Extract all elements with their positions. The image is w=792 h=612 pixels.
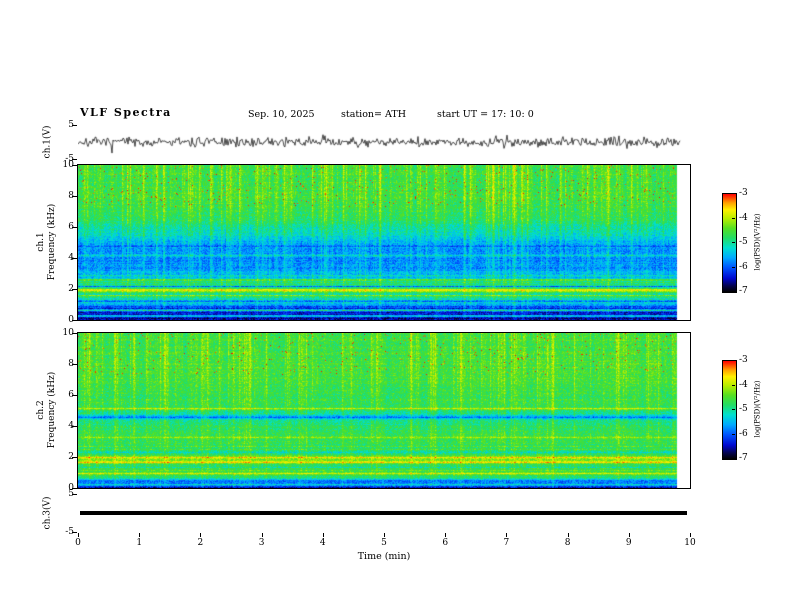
tick-label: -5: [65, 154, 74, 164]
tick-label: -5: [65, 527, 74, 537]
tick-label: -5: [739, 237, 748, 247]
tick-mark: [628, 533, 630, 537]
tick-label: -6: [739, 428, 748, 439]
tick-label: 6: [50, 222, 74, 232]
tick-mark: [72, 320, 77, 321]
ch1-spec-ylabel: ch.1 Frequency (kHz): [36, 204, 58, 281]
tick-mark: [732, 458, 735, 459]
tick-mark: [72, 532, 77, 533]
tick-mark: [72, 333, 77, 334]
colorbar-ch1: [722, 193, 737, 293]
ch3-wave-ylabel: ch.3(V): [42, 496, 53, 530]
tick-mark: [72, 494, 77, 495]
tick-mark: [732, 384, 735, 386]
tick-label: 5: [381, 538, 387, 548]
vlf-spectra-figure: VLF Spectra Sep. 10, 2025 station= ATH s…: [0, 0, 792, 612]
tick-label: 4: [50, 253, 74, 263]
tick-mark: [72, 165, 77, 166]
tick-label: 8: [50, 359, 74, 369]
tick-label: 10: [684, 538, 696, 548]
tick-label: 8: [50, 191, 74, 201]
ch2-spec-ylabel-line1: ch.2: [36, 400, 46, 420]
tick-mark: [322, 533, 324, 537]
tick-mark: [72, 395, 77, 396]
tick-label: -7: [739, 286, 748, 296]
tick-mark: [732, 266, 735, 268]
tick-mark: [732, 409, 735, 410]
tick-label: 8: [564, 538, 571, 548]
tick-label: 4: [50, 421, 74, 431]
tick-label: 2: [197, 538, 204, 548]
ch2-spec-ylabel-line2: Frequency (kHz): [47, 371, 57, 449]
tick-mark: [384, 533, 385, 537]
tick-label: 6: [50, 390, 74, 400]
ch1-waveform-plot: [78, 124, 690, 160]
tick-mark: [72, 159, 77, 160]
x-axis-label: Time (min): [357, 551, 411, 562]
tick-label: 6: [442, 538, 449, 548]
ch1-spec-ylabel-line2: Frequency (kHz): [47, 203, 57, 281]
tick-mark: [732, 433, 735, 435]
tick-mark: [72, 364, 77, 365]
tick-mark: [567, 533, 569, 537]
tick-label: -7: [739, 453, 748, 463]
tick-mark: [72, 125, 77, 126]
header-start-ut: start UT = 17: 10: 0: [437, 109, 534, 120]
tick-label: 0: [50, 315, 74, 325]
tick-label: 10: [62, 328, 74, 338]
tick-mark: [139, 533, 141, 537]
header-station: station= ATH: [341, 109, 406, 120]
tick-label: 2: [50, 284, 74, 294]
tick-label: 0: [75, 538, 81, 548]
ch1-spec-ylabel-line1: ch.1: [36, 232, 46, 252]
tick-mark: [690, 533, 691, 537]
tick-mark: [200, 533, 202, 537]
tick-mark: [72, 426, 77, 427]
tick-mark: [72, 457, 77, 458]
tick-label: 1: [136, 538, 143, 548]
tick-label: 4: [319, 538, 326, 548]
tick-label: -6: [739, 261, 748, 272]
tick-mark: [732, 242, 735, 243]
tick-mark: [261, 533, 263, 537]
ch1-spectrogram: [77, 164, 691, 321]
tick-label: -5: [739, 404, 748, 414]
tick-mark: [732, 193, 735, 194]
tick-label: 3: [258, 538, 265, 548]
tick-mark: [732, 360, 735, 361]
ch3-waveform-line: [80, 511, 687, 515]
header-date: Sep. 10, 2025: [248, 109, 315, 120]
tick-label: -3: [739, 355, 748, 365]
tick-mark: [72, 196, 77, 197]
tick-label: -4: [739, 379, 748, 390]
tick-label: 5: [50, 120, 74, 130]
colorbar-ch2: [722, 360, 737, 460]
tick-mark: [78, 533, 79, 537]
tick-mark: [72, 258, 77, 259]
tick-label: 2: [50, 452, 74, 462]
tick-label: 7: [503, 538, 510, 548]
tick-mark: [445, 533, 447, 537]
tick-mark: [72, 227, 77, 228]
tick-mark: [732, 291, 735, 292]
figure-title: VLF Spectra: [80, 106, 172, 119]
ch2-spec-ylabel: ch.2 Frequency (kHz): [36, 372, 58, 449]
tick-label: 9: [625, 538, 632, 548]
tick-mark: [732, 217, 735, 219]
tick-label: 5: [50, 489, 74, 499]
tick-label: -3: [739, 188, 748, 198]
tick-mark: [72, 289, 77, 290]
tick-mark: [506, 533, 508, 537]
tick-label: -4: [739, 212, 748, 223]
ch2-spectrogram: [77, 332, 691, 489]
